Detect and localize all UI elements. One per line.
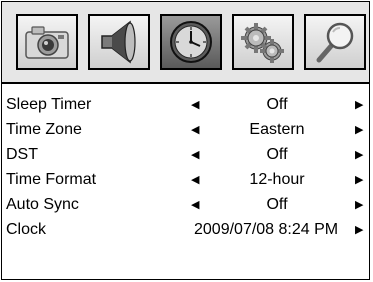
menu-label: DST <box>6 146 38 163</box>
menu-row-time-format[interactable]: Time Format ◀ 12-hour ▶ <box>6 168 368 193</box>
magnifier-icon <box>316 22 354 63</box>
menu-value: Off <box>266 96 288 113</box>
left-arrow-icon[interactable]: ◀ <box>191 98 199 111</box>
time-settings-menu: Sleep Timer ◀ Off ▶ Time Zone ◀ Eastern … <box>6 93 368 243</box>
left-arrow-icon[interactable]: ◀ <box>191 148 199 161</box>
menu-value: Off <box>266 196 288 213</box>
menu-row-time-zone[interactable]: Time Zone ◀ Eastern ▶ <box>6 118 368 143</box>
right-arrow-icon[interactable]: ▶ <box>355 223 363 236</box>
menu-row-clock[interactable]: Clock 2009/07/08 8:24 PM ▶ <box>6 218 368 243</box>
gears-icon <box>241 23 284 63</box>
tab-photo[interactable] <box>16 14 78 70</box>
menu-label: Time Zone <box>6 121 82 138</box>
menu-value: 12-hour <box>249 171 305 188</box>
menu-value: Off <box>266 146 288 163</box>
tab-time[interactable] <box>160 14 222 70</box>
clock-icon <box>170 21 212 63</box>
menu-label: Sleep Timer <box>6 96 92 113</box>
menu-label: Auto Sync <box>6 196 79 213</box>
right-arrow-icon[interactable]: ▶ <box>355 173 363 186</box>
left-arrow-icon[interactable]: ◀ <box>191 173 199 186</box>
right-arrow-icon[interactable]: ▶ <box>355 148 363 161</box>
menu-row-dst[interactable]: DST ◀ Off ▶ <box>6 143 368 168</box>
tab-search[interactable] <box>304 14 366 70</box>
menu-row-auto-sync[interactable]: Auto Sync ◀ Off ▶ <box>6 193 368 218</box>
tab-sound[interactable] <box>88 14 150 70</box>
menu-row-sleep-timer[interactable]: Sleep Timer ◀ Off ▶ <box>6 93 368 118</box>
right-arrow-icon[interactable]: ▶ <box>355 198 363 211</box>
right-arrow-icon[interactable]: ▶ <box>355 123 363 136</box>
tab-setup[interactable] <box>232 14 294 70</box>
menu-label: Time Format <box>6 171 97 188</box>
left-arrow-icon[interactable]: ◀ <box>191 123 199 136</box>
left-arrow-icon[interactable]: ◀ <box>191 198 199 211</box>
menu-label: Clock <box>6 221 47 238</box>
right-arrow-icon[interactable]: ▶ <box>355 98 363 111</box>
menu-value: 2009/07/08 8:24 PM <box>194 221 339 238</box>
menu-tab-bar <box>2 2 369 84</box>
menu-value: Eastern <box>249 121 305 138</box>
camera-icon <box>25 26 69 59</box>
speaker-icon <box>101 20 136 64</box>
